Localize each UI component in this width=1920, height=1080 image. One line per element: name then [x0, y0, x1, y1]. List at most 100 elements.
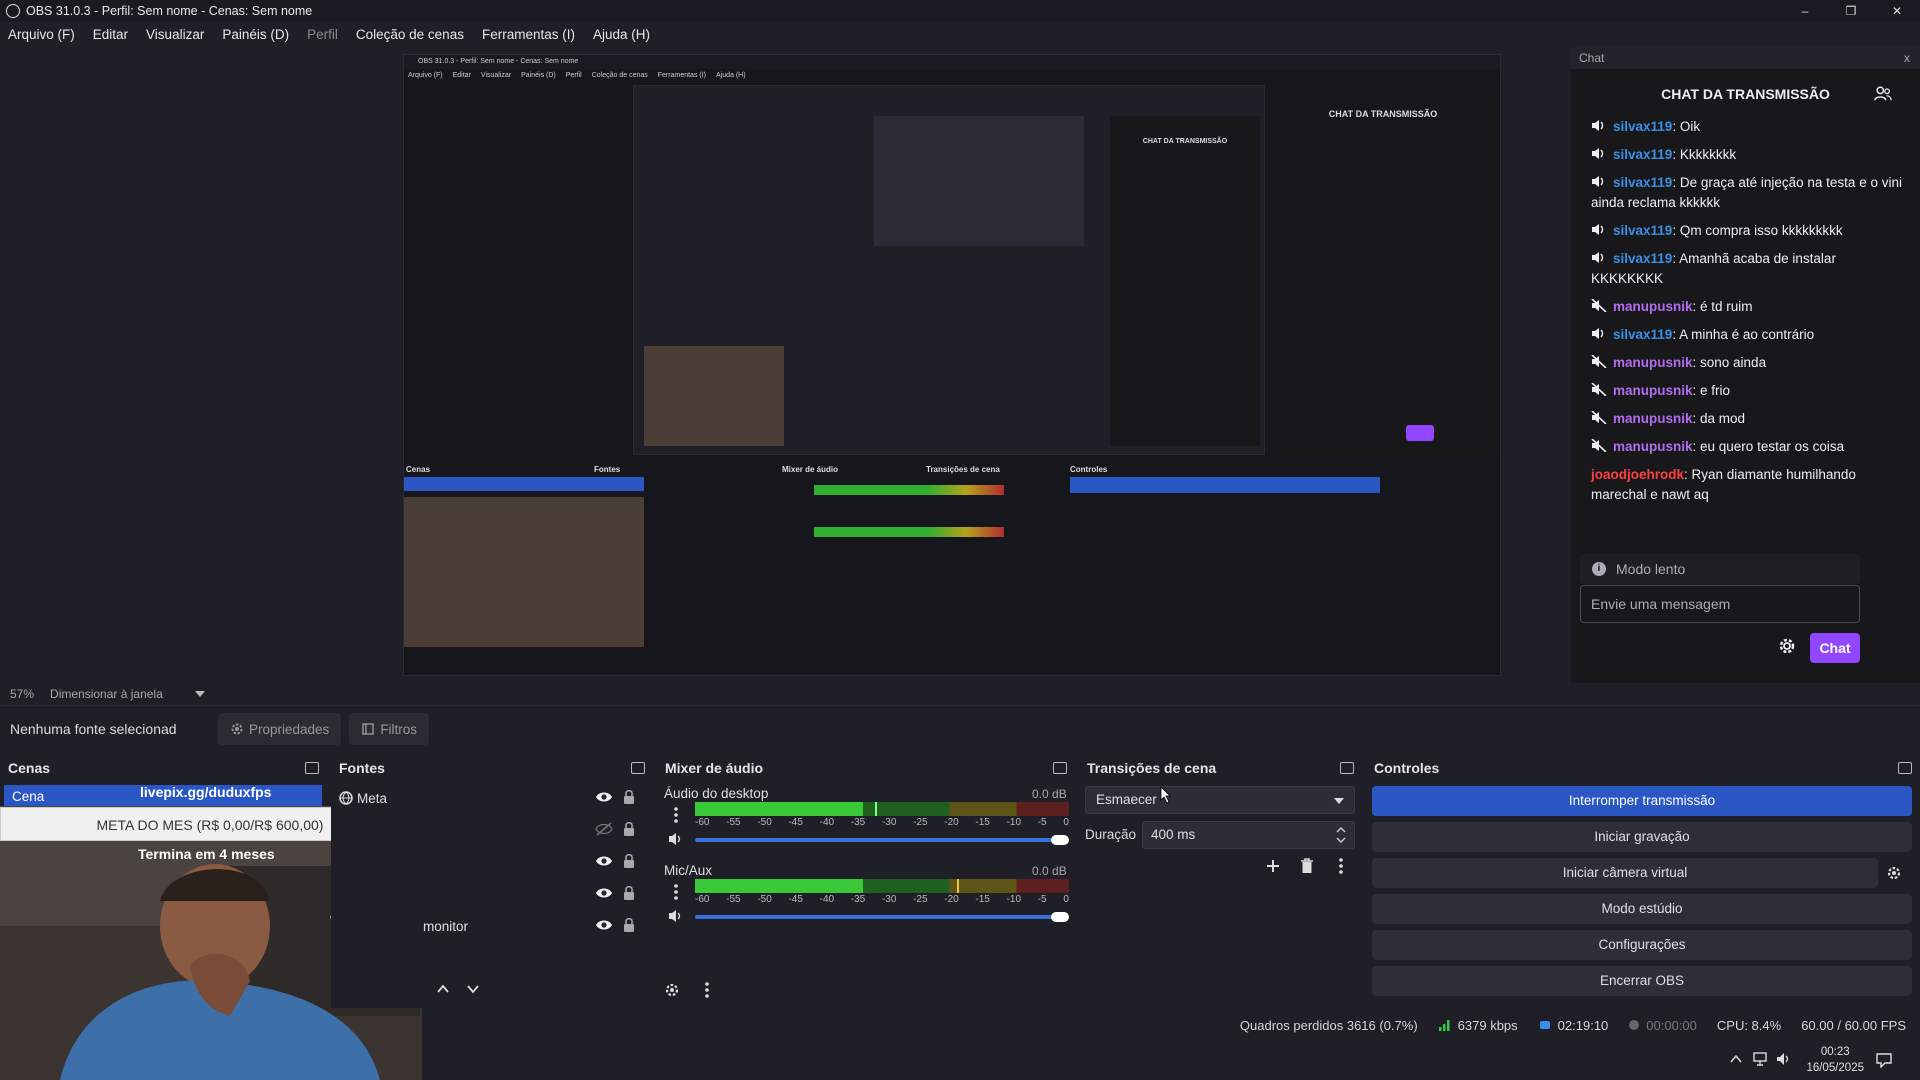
speaker-icon[interactable] [1591, 118, 1607, 131]
menu-perfil[interactable]: Perfil [307, 27, 338, 42]
move-up-icon[interactable] [436, 982, 450, 996]
lock-icon[interactable] [623, 789, 635, 805]
lock-icon[interactable] [623, 885, 635, 901]
muted-icon[interactable] [1591, 410, 1607, 425]
start-recording-button[interactable]: Iniciar gravação [1372, 822, 1912, 852]
menu-ajuda[interactable]: Ajuda (H) [593, 27, 650, 42]
volume-slider-handle[interactable] [1051, 912, 1069, 922]
zoom-mode-select[interactable]: Dimensionar à janela [50, 687, 163, 701]
source-row-meta[interactable]: Meta [333, 782, 643, 814]
window-title: OBS 31.0.3 - Perfil: Sem nome - Cenas: S… [26, 4, 313, 18]
eye-hidden-icon[interactable] [595, 822, 613, 836]
eye-icon[interactable] [595, 918, 613, 932]
tick-label: -45 [788, 817, 803, 828]
volume-slider[interactable] [695, 915, 1065, 919]
source-row-4[interactable] [333, 878, 643, 910]
lock-icon[interactable] [623, 821, 635, 837]
chat-username[interactable]: silvax119 [1613, 119, 1672, 134]
chat-username[interactable]: silvax119 [1613, 251, 1672, 266]
add-transition-plus-icon[interactable] [1265, 858, 1281, 874]
mute-speaker-icon[interactable] [667, 909, 685, 923]
chat-username[interactable]: silvax119 [1613, 147, 1672, 162]
notification-icon[interactable] [1876, 1052, 1892, 1068]
system-clock[interactable]: 00:23 16/05/2025 [1806, 1044, 1864, 1076]
zoom-dropdown-icon[interactable] [195, 691, 205, 697]
virtual-camera-gear-icon[interactable] [1886, 865, 1902, 881]
speaker-icon[interactable] [1591, 146, 1607, 159]
move-down-icon[interactable] [466, 982, 480, 996]
menu-arquivo[interactable]: Arquivo (F) [8, 27, 75, 42]
eye-icon[interactable] [595, 886, 613, 900]
chat-username[interactable]: manupusnik [1613, 299, 1693, 314]
transition-selected: Esmaecer [1096, 792, 1157, 807]
chat-send-button[interactable]: Chat [1810, 633, 1860, 663]
chat-username[interactable]: silvax119 [1613, 175, 1672, 190]
maximize-button[interactable]: ❐ [1828, 0, 1874, 22]
chat-username[interactable]: silvax119 [1613, 327, 1672, 342]
muted-icon[interactable] [1591, 298, 1607, 313]
speaker-icon[interactable] [1591, 174, 1607, 187]
chat-username[interactable]: manupusnik [1613, 383, 1693, 398]
lock-icon[interactable] [623, 853, 635, 869]
exit-obs-button[interactable]: Encerrar OBS [1372, 966, 1912, 996]
remove-transition-trash-icon[interactable] [1300, 858, 1314, 874]
nested-menu-item: Editar [452, 72, 471, 79]
muted-icon[interactable] [1591, 354, 1607, 369]
chat-username[interactable]: manupusnik [1613, 355, 1693, 370]
filters-button[interactable]: Filtros [349, 713, 430, 745]
chat-settings-gear-icon[interactable] [1777, 636, 1797, 656]
nested-inner-preview: CHAT DA TRANSMISSÃO [633, 85, 1265, 455]
studio-mode-button[interactable]: Modo estúdio [1372, 894, 1912, 924]
controls-title: Controles [1374, 760, 1440, 776]
undock-icon[interactable] [1340, 762, 1354, 774]
chat-username[interactable]: silvax119 [1613, 223, 1672, 238]
channel-menu-kebab-icon[interactable] [673, 806, 679, 824]
speaker-icon[interactable] [1591, 222, 1607, 235]
undock-icon[interactable] [305, 762, 319, 774]
undock-icon[interactable] [1053, 762, 1067, 774]
volume-slider-handle[interactable] [1051, 835, 1069, 845]
mixer-menu-kebab-icon[interactable] [704, 981, 710, 999]
chat-dock-close-button[interactable]: x [1904, 47, 1910, 69]
muted-icon[interactable] [1591, 438, 1607, 453]
duration-stepper-icon[interactable] [1336, 825, 1346, 845]
close-button[interactable]: ✕ [1874, 0, 1920, 22]
source-row-monitor[interactable]: monitor [333, 910, 643, 942]
mixer-dock-header: Mixer de áudio [657, 752, 1075, 784]
chat-username[interactable]: joaodjoehrodk [1591, 467, 1684, 482]
advanced-audio-gear-icon[interactable] [664, 982, 680, 998]
transition-menu-kebab-icon[interactable] [1338, 857, 1344, 875]
source-row-2[interactable] [333, 814, 643, 846]
eye-icon[interactable] [595, 854, 613, 868]
speaker-icon[interactable] [1591, 326, 1607, 339]
users-icon[interactable] [1874, 85, 1892, 103]
speaker-icon[interactable] [1591, 250, 1607, 263]
volume-slider[interactable] [695, 838, 1065, 842]
lock-icon[interactable] [623, 917, 635, 933]
start-virtual-camera-button[interactable]: Iniciar câmera virtual [1372, 858, 1878, 888]
muted-icon[interactable] [1591, 382, 1607, 397]
minimize-button[interactable]: – [1782, 0, 1828, 22]
chat-username[interactable]: manupusnik [1613, 411, 1693, 426]
undock-icon[interactable] [1898, 762, 1912, 774]
menu-paineis[interactable]: Painéis (D) [222, 27, 289, 42]
tray-chevron-up-icon[interactable] [1730, 1054, 1742, 1064]
mute-speaker-icon[interactable] [667, 832, 685, 846]
menu-editar[interactable]: Editar [93, 27, 128, 42]
menu-ferramentas[interactable]: Ferramentas (I) [482, 27, 575, 42]
properties-button[interactable]: Propriedades [218, 713, 342, 745]
chat-message-input[interactable]: Envie uma mensagem [1580, 585, 1860, 623]
menu-visualizar[interactable]: Visualizar [146, 27, 204, 42]
chat-username[interactable]: manupusnik [1613, 439, 1693, 454]
settings-button[interactable]: Configurações [1372, 930, 1912, 960]
duration-input[interactable]: 400 ms [1142, 821, 1355, 849]
menu-colecao-cenas[interactable]: Coleção de cenas [356, 27, 464, 42]
eye-icon[interactable] [595, 790, 613, 804]
stop-streaming-button[interactable]: Interromper transmissão [1372, 786, 1912, 816]
undock-icon[interactable] [631, 762, 645, 774]
source-row-3[interactable] [333, 846, 643, 878]
channel-menu-kebab-icon[interactable] [673, 883, 679, 901]
network-icon[interactable] [1752, 1052, 1768, 1066]
transition-select[interactable]: Esmaecer [1085, 786, 1355, 814]
volume-icon[interactable] [1776, 1052, 1792, 1066]
